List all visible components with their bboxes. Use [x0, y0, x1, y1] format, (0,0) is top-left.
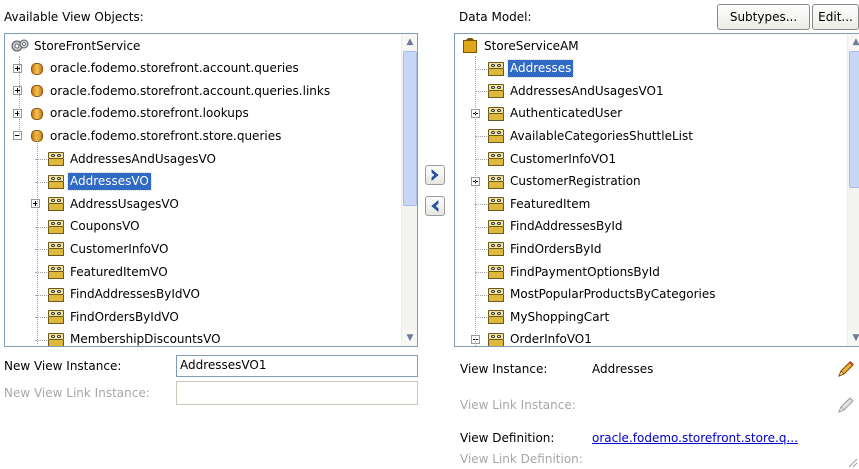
available-view-objects-tree[interactable]: StoreFrontService oracle.fodemo.storefron…	[4, 33, 418, 347]
add-to-data-model-button[interactable]	[425, 165, 445, 185]
scroll-up-arrow-icon[interactable]: ▲	[402, 34, 417, 50]
collapse-minus-icon[interactable]	[13, 131, 22, 141]
tree-node-label: FindOrdersByIdVO	[70, 309, 179, 324]
view-object-icon	[47, 152, 65, 166]
tree-node-label: FindAddressesByIdVO	[70, 287, 200, 302]
view-definition-label: View Definition:	[460, 431, 555, 445]
tree-node-label: FeaturedItemVO	[70, 264, 168, 279]
tree-node-label: CustomerInfoVO	[70, 241, 169, 256]
view-object-icon	[487, 84, 505, 99]
view-object-icon	[487, 106, 505, 121]
view-object-icon	[47, 242, 65, 257]
tree-node-label: CustomerRegistration	[510, 174, 641, 189]
service-interface-icon	[11, 39, 29, 53]
edit-button[interactable]: Edit...	[812, 4, 859, 30]
view-object-icon	[487, 287, 505, 302]
view-object-icon	[487, 332, 505, 346]
view-object-icon	[47, 174, 65, 189]
chevron-left-icon	[431, 200, 439, 212]
tree-node-label: CouponsVO	[70, 219, 140, 234]
tree-node-label: oracle.fodemo.storefront.account.queries	[50, 61, 299, 76]
subtypes-button[interactable]: Subtypes...	[717, 4, 810, 30]
view-object-icon	[47, 332, 65, 346]
tree-node-label: FeaturedItem	[510, 196, 591, 211]
expand-plus-icon[interactable]	[13, 63, 22, 73]
view-object-icon	[487, 174, 505, 189]
tree-node-label: MostPopularProductsByCategories	[510, 287, 716, 302]
right-tree-scrollbar[interactable]: ▲ ▼	[847, 34, 859, 346]
tree-node-label: AddressesAndUsagesVO	[70, 151, 216, 166]
view-link-instance-label: View Link Instance:	[460, 398, 576, 412]
tree-node-label: CustomerInfoVO1	[510, 151, 617, 166]
view-object-icon	[487, 219, 505, 234]
pencil-disabled-icon	[838, 397, 854, 413]
view-object-icon	[487, 129, 505, 144]
view-object-icon	[487, 61, 505, 76]
new-view-instance-input[interactable]: AddressesVO1	[176, 355, 418, 377]
new-view-instance-label: New View Instance:	[4, 359, 122, 373]
tree-node-label: AuthenticatedUser	[510, 106, 623, 121]
resize-grip-icon[interactable]	[846, 456, 858, 468]
data-model-tree[interactable]: StoreServiceAM Addresses AddressesAndUsage…	[454, 33, 859, 347]
chevron-right-icon	[431, 169, 439, 181]
package-icon	[29, 62, 45, 76]
expand-plus-icon[interactable]	[31, 199, 40, 209]
left-tree-scrollbar[interactable]: ▲ ▼	[401, 34, 417, 346]
scroll-thumb[interactable]	[849, 51, 859, 188]
scroll-down-arrow-icon[interactable]: ▼	[402, 330, 417, 346]
tree-node-label: FindOrdersById	[510, 241, 602, 256]
tree-node-label: StoreServiceAM	[484, 38, 579, 53]
tree-node-label: AddressUsagesVO	[70, 196, 179, 211]
view-object-icon	[487, 310, 505, 325]
view-object-icon	[47, 265, 65, 279]
view-object-icon	[47, 197, 65, 212]
tree-node-label: OrderInfoVO1	[510, 332, 592, 347]
tree-node-label: MembershipDiscountsVO	[70, 332, 221, 347]
package-icon	[29, 84, 45, 98]
scroll-down-arrow-icon[interactable]: ▼	[848, 330, 859, 346]
view-object-icon	[487, 265, 505, 279]
package-icon	[29, 107, 45, 121]
tree-node-label: AddressesVO	[67, 172, 152, 192]
tree-node-label: FindPaymentOptionsById	[510, 264, 660, 279]
view-object-icon	[487, 197, 505, 212]
view-link-definition-label: View Link Definition:	[460, 452, 583, 466]
view-instance-label: View Instance:	[460, 362, 548, 376]
view-object-icon	[47, 219, 65, 234]
new-view-link-instance-label: New View Link Instance:	[4, 386, 150, 400]
remove-from-data-model-button[interactable]	[425, 196, 445, 216]
application-module-icon	[461, 38, 479, 54]
tree-node-label: AvailableCategoriesShuttleList	[510, 128, 693, 143]
view-object-icon	[47, 310, 65, 325]
scroll-thumb[interactable]	[403, 51, 417, 206]
tree-node-label: StoreFrontService	[34, 38, 141, 53]
tree-node-label: Addresses	[506, 59, 575, 79]
view-definition-link[interactable]: oracle.fodemo.storefront.store.q...	[592, 431, 798, 445]
tree-node-label: FindAddressesById	[510, 219, 623, 234]
scroll-up-arrow-icon[interactable]: ▲	[848, 34, 859, 50]
tree-node-label: oracle.fodemo.storefront.account.queries…	[50, 83, 331, 98]
data-model-label: Data Model:	[459, 10, 532, 24]
pencil-icon[interactable]	[836, 359, 856, 379]
tree-node-label: AddressesAndUsagesVO1	[510, 83, 664, 98]
view-instance-value: Addresses	[592, 362, 654, 376]
view-object-icon	[487, 242, 505, 257]
new-view-link-instance-input[interactable]	[176, 381, 418, 405]
expand-plus-icon[interactable]	[13, 86, 22, 96]
view-object-icon	[487, 152, 505, 166]
tree-node-label: oracle.fodemo.storefront.store.queries	[50, 128, 282, 143]
view-object-icon	[47, 287, 65, 302]
available-view-objects-label: Available View Objects:	[4, 10, 144, 24]
tree-node-label: oracle.fodemo.storefront.lookups	[50, 106, 249, 121]
tree-node-label: MyShoppingCart	[510, 309, 610, 324]
expand-plus-icon[interactable]	[13, 108, 22, 118]
